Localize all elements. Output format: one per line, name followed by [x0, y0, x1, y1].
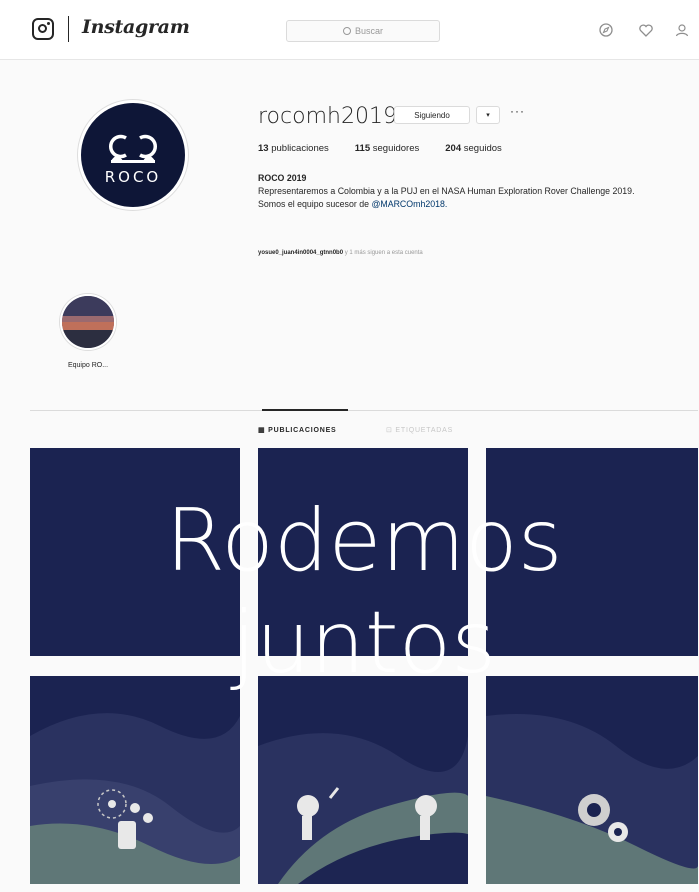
tab-posts[interactable]: ▦ PUBLICACIONES: [258, 426, 337, 434]
grid-icon: ▦: [258, 427, 266, 434]
post-tile[interactable]: [258, 676, 468, 884]
instagram-camera-icon[interactable]: [32, 18, 54, 40]
heart-icon[interactable]: [638, 22, 654, 38]
posts-label: publicaciones: [271, 143, 329, 154]
followers-count: 115: [354, 143, 371, 154]
post-tile[interactable]: [486, 676, 698, 884]
more-options-button[interactable]: ···: [510, 104, 525, 118]
following-count: 204: [445, 143, 462, 154]
tab-tagged-label: ETIQUETADAS: [395, 427, 454, 434]
search-placeholder: Buscar: [354, 26, 383, 36]
post-tile[interactable]: [30, 448, 240, 656]
tabs-divider: [30, 410, 698, 411]
followed-by-names: yosue0_juan4in0004_gtnn0b0: [258, 250, 344, 256]
followers-stat[interactable]: 115 seguidores: [355, 143, 419, 154]
post-tile[interactable]: [258, 448, 468, 656]
profile-stats: 13 publicaciones 115 seguidores 204 segu…: [258, 143, 502, 154]
post-illustration: [258, 733, 468, 884]
posts-count: 13: [258, 143, 269, 154]
post-tile[interactable]: [30, 676, 240, 884]
posts-count-stat: 13 publicaciones: [258, 143, 329, 154]
active-tab-indicator: [262, 409, 348, 411]
story-highlight[interactable]: [60, 294, 116, 350]
post-illustration: [30, 713, 240, 884]
suggestions-dropdown-button[interactable]: ▾: [476, 106, 500, 124]
bio-full-name: ROCO 2019: [258, 173, 307, 183]
profile-avatar[interactable]: ROCO: [78, 100, 188, 210]
followed-by-text[interactable]: yosue0_juan4in0004_gtnn0b0 y 1 más sigue…: [258, 250, 423, 256]
bio-line-mention: Somos el equipo sucesor de @MARCOmh2018.: [258, 198, 678, 211]
tab-posts-label: PUBLICACIONES: [268, 427, 337, 434]
instagram-wordmark[interactable]: Instagram: [82, 16, 190, 38]
profile-bio: ROCO 2019 Representaremos a Colombia y a…: [258, 172, 678, 211]
search-icon: [342, 27, 351, 35]
mention-link[interactable]: @MARCOmh2018.: [371, 199, 447, 209]
roco-logo-icon: [109, 134, 157, 163]
highlight-cover-image: [62, 296, 114, 348]
following-stat[interactable]: 204 seguidos: [445, 143, 502, 154]
avatar-text: ROCO: [104, 168, 162, 186]
logo-divider: [68, 16, 69, 42]
post-tile[interactable]: [486, 448, 698, 656]
search-input[interactable]: Buscar: [286, 20, 440, 42]
post-illustration: [486, 714, 698, 884]
followed-by-suffix: y 1 más siguen a esta cuenta: [344, 250, 423, 256]
highlight-label: Equipo RO...: [67, 362, 109, 369]
top-nav-bar: Instagram Buscar: [0, 0, 699, 60]
profile-username: rocomh2019: [258, 104, 397, 129]
tag-icon: ⊡: [386, 427, 393, 434]
bio-text: Somos el equipo sucesor de: [258, 199, 372, 209]
following-label: seguidos: [463, 143, 502, 154]
tab-tagged[interactable]: ⊡ ETIQUETADAS: [386, 426, 453, 434]
compass-icon[interactable]: [598, 22, 614, 38]
user-icon[interactable]: [674, 22, 690, 38]
followers-label: seguidores: [372, 143, 420, 154]
following-button[interactable]: Siguiendo: [394, 106, 470, 124]
bio-line: Representaremos a Colombia y a la PUJ en…: [258, 186, 635, 196]
